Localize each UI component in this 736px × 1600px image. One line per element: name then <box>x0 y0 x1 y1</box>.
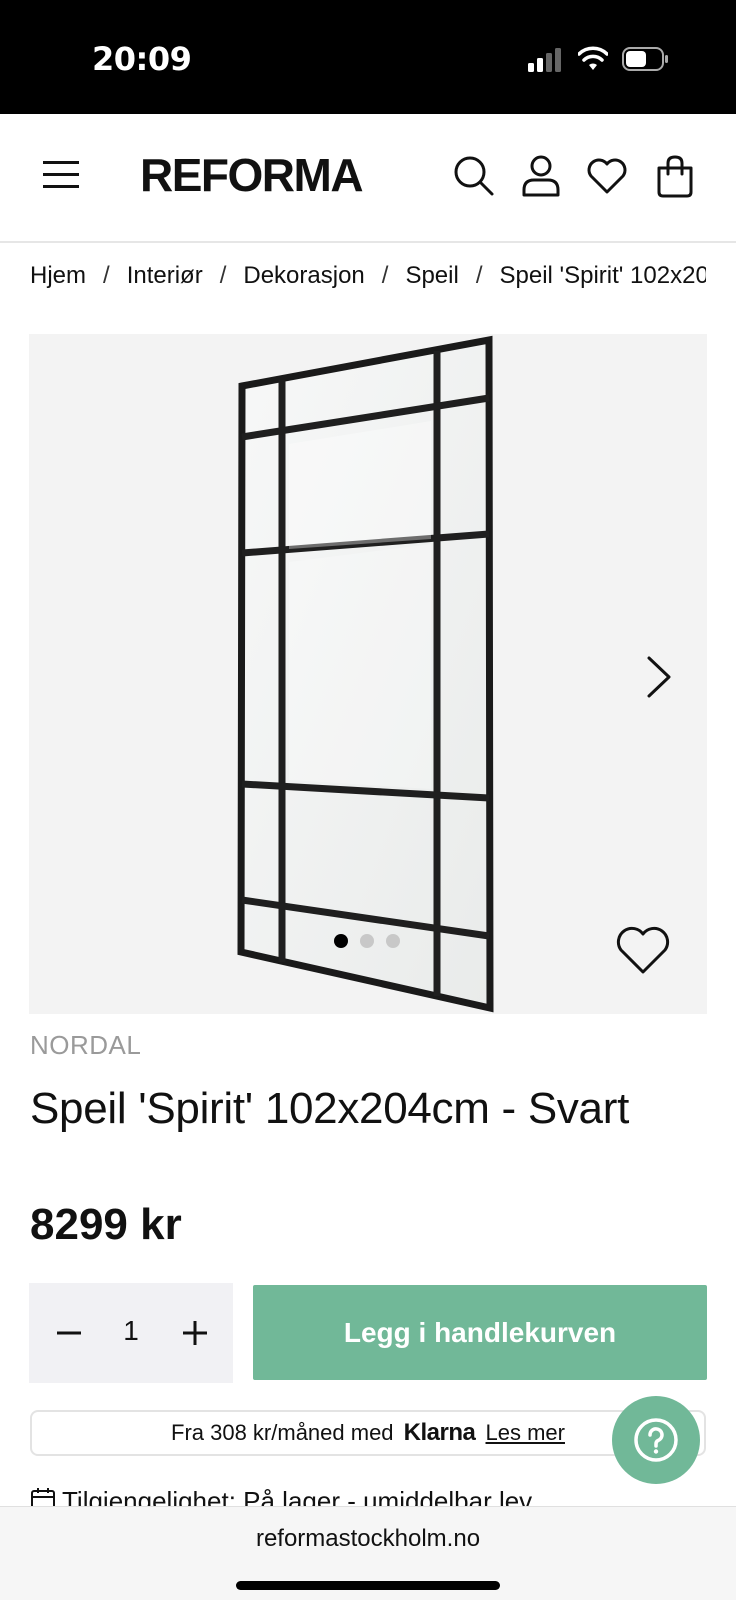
browser-address-bar: reformastockholm.no <box>0 1506 736 1600</box>
cellular-signal-icon <box>528 48 561 72</box>
klarna-read-more-link[interactable]: Les mer <box>486 1420 565 1445</box>
breadcrumb-item-current: Speil 'Spirit' 102x204cm - Svart <box>499 262 707 289</box>
availability-info: Tilgjengelighet: På lager - umiddelbar l… <box>30 1486 706 1506</box>
product-brand[interactable]: NORDAL <box>30 1030 141 1061</box>
wishlist-heart-icon[interactable] <box>615 926 671 976</box>
wifi-icon <box>578 46 608 70</box>
klarna-text: Fra 308 kr/måned med <box>171 1420 394 1445</box>
product-title: Speil 'Spirit' 102x204cm - Svart <box>30 1084 630 1133</box>
battery-icon <box>622 47 668 71</box>
shopping-bag-icon[interactable] <box>654 154 696 198</box>
gallery-dot[interactable] <box>386 934 400 948</box>
menu-icon[interactable] <box>43 158 79 192</box>
product-price: 8299 kr <box>30 1200 182 1249</box>
help-button[interactable] <box>612 1396 700 1484</box>
plus-icon[interactable] <box>177 1315 213 1351</box>
gallery-dot[interactable] <box>360 934 374 948</box>
klarna-logo: Klarna <box>403 1419 476 1446</box>
gallery-pagination <box>334 934 400 950</box>
calendar-icon <box>31 1488 55 1506</box>
add-to-cart-button[interactable]: Legg i handlekurven <box>253 1285 707 1380</box>
product-gallery[interactable] <box>29 334 707 1014</box>
chevron-right-icon[interactable] <box>641 652 677 702</box>
question-icon <box>634 1418 678 1462</box>
url-text[interactable]: reformastockholm.no <box>0 1525 736 1553</box>
status-bar: 20:09 <box>0 0 736 114</box>
product-image-mirror <box>237 335 494 1013</box>
breadcrumb-item-home[interactable]: Hjem <box>30 262 86 290</box>
minus-icon[interactable] <box>51 1315 87 1351</box>
breadcrumb-separator: / <box>103 262 110 289</box>
quantity-stepper: 1 <box>29 1283 233 1383</box>
status-time: 20:09 <box>92 40 192 78</box>
breadcrumb-item-decoration[interactable]: Dekorasjon <box>243 262 364 290</box>
home-indicator[interactable] <box>236 1581 500 1590</box>
breadcrumb-separator: / <box>475 262 483 289</box>
breadcrumb-item-interior[interactable]: Interiør <box>127 262 203 290</box>
breadcrumb-separator: / <box>381 262 389 289</box>
availability-text: Tilgjengelighet: På lager - umiddelbar l… <box>62 1486 533 1506</box>
klarna-financing-banner: Fra 308 kr/måned med Klarna Les mer <box>30 1410 706 1456</box>
search-icon[interactable] <box>453 154 495 198</box>
breadcrumb-item-mirrors[interactable]: Speil <box>405 262 458 290</box>
breadcrumb-separator: / <box>219 262 227 289</box>
breadcrumb: Hjem / Interiør / Dekorasjon / Speil / Speil 'Sp… <box>30 262 706 296</box>
user-icon[interactable] <box>520 154 562 198</box>
site-header: REFORMA <box>0 114 736 243</box>
heart-icon[interactable] <box>586 154 628 198</box>
quantity-value[interactable]: 1 <box>113 1315 149 1347</box>
site-logo[interactable]: REFORMA <box>140 152 364 198</box>
gallery-dot[interactable] <box>334 934 348 948</box>
